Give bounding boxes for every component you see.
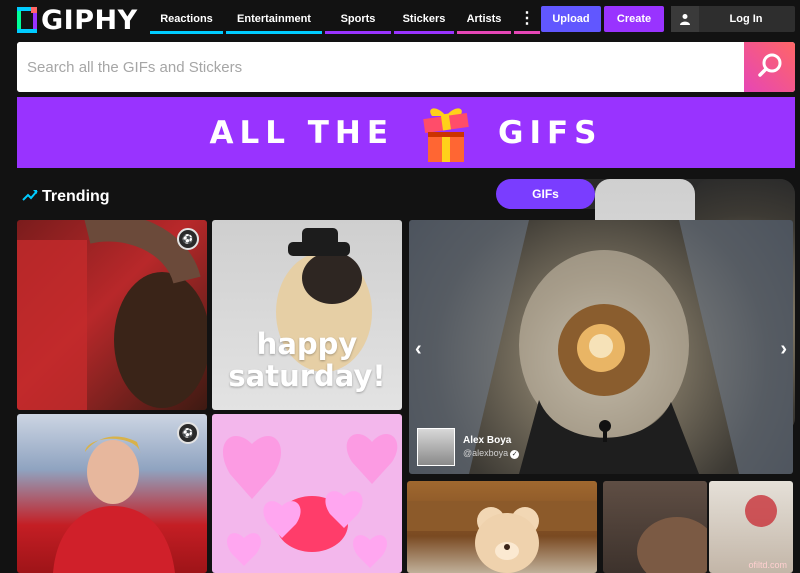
club-crest-icon: ⚽ — [177, 422, 199, 444]
pug-caption: happy saturday! — [212, 328, 402, 392]
nav-sports[interactable]: Sports — [325, 6, 391, 34]
creator-avatar — [417, 428, 455, 466]
nav-reactions[interactable]: Reactions — [150, 6, 223, 34]
promo-banner[interactable]: ALL THE GIFS — [17, 97, 795, 168]
content-type-tabs: GIFs Stickers Clips — [496, 179, 795, 433]
club-crest-icon: ⚽ — [177, 228, 199, 250]
login-label: Log In — [729, 13, 763, 25]
banner-text-left: ALL THE — [209, 114, 395, 151]
chevron-right-icon[interactable]: › — [780, 338, 787, 361]
chevron-left-icon[interactable]: ‹ — [415, 338, 422, 361]
trending-heading[interactable]: Trending — [22, 188, 110, 206]
gift-icon — [416, 102, 476, 164]
creator-name: Alex Boya — [463, 435, 512, 446]
trending-label: Trending — [42, 188, 110, 205]
creator-handle-row: @alexboya ✓ — [463, 448, 520, 459]
gif-tile-abstract[interactable]: ofiltd.com — [709, 481, 793, 573]
trending-arrow-icon — [22, 188, 38, 206]
banner-text-right: GIFS — [498, 114, 603, 151]
logo-text: GIPHY — [41, 4, 138, 36]
watermark-text: ofiltd.com — [748, 560, 787, 570]
nav-stickers[interactable]: Stickers — [394, 6, 454, 34]
verified-badge-icon: ✓ — [510, 450, 520, 459]
featured-gif-tile[interactable]: ‹ › Alex Boya @alexboya ✓ — [409, 220, 793, 474]
giphy-logo[interactable]: GIPHY — [17, 4, 138, 36]
user-icon — [671, 6, 699, 32]
giphy-logo-mark-icon — [17, 7, 37, 33]
search-button[interactable] — [744, 42, 795, 92]
tab-gifs[interactable]: GIFs — [496, 179, 595, 209]
gif-tile-pug[interactable]: happy saturday! — [212, 220, 402, 410]
pug-caption-line-1: happy — [256, 327, 358, 361]
gif-tile-football-player[interactable]: ⚽ — [17, 220, 207, 410]
search-bar — [17, 42, 795, 92]
login-button[interactable]: Log In — [671, 6, 795, 32]
upload-button[interactable]: Upload — [541, 6, 601, 32]
gif-tile-person[interactable] — [603, 481, 707, 573]
gif-tile-teddy-bear[interactable] — [407, 481, 597, 573]
nav-entertainment[interactable]: Entertainment — [226, 6, 322, 34]
create-button[interactable]: Create — [604, 6, 664, 32]
creator-handle: @alexboya — [463, 448, 509, 458]
nav-artists[interactable]: Artists — [457, 6, 511, 34]
search-icon — [757, 52, 783, 83]
gif-tile-hearts[interactable] — [212, 414, 402, 573]
gif-tile-football-player-2[interactable]: ⚽ — [17, 414, 207, 573]
main-nav: Reactions Entertainment Sports Stickers … — [150, 6, 540, 34]
search-input[interactable] — [17, 42, 744, 92]
pug-caption-line-2: saturday! — [228, 359, 386, 393]
nav-more-menu[interactable]: ⋮ — [514, 6, 540, 34]
creator-attribution[interactable]: Alex Boya @alexboya ✓ — [417, 428, 520, 466]
